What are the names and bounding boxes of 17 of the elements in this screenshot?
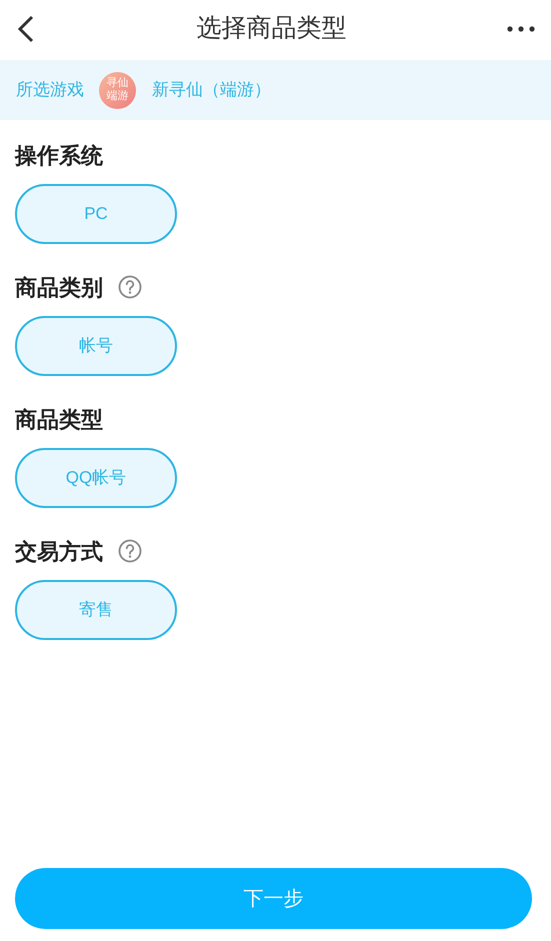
section-title: 商品类别: [15, 274, 103, 302]
next-button[interactable]: 下一步: [15, 868, 532, 929]
more-icon[interactable]: [507, 26, 535, 32]
page-title: 选择商品类型: [196, 12, 346, 44]
option-button[interactable]: PC: [15, 184, 177, 244]
option-button[interactable]: 帐号: [15, 316, 177, 376]
section-title: 商品类型: [15, 406, 103, 434]
back-icon[interactable]: [16, 14, 36, 42]
help-icon[interactable]: [118, 275, 142, 299]
game-name: 新寻仙（端游）: [152, 79, 271, 102]
section-title: 交易方式: [15, 538, 103, 566]
option-button[interactable]: QQ帐号: [15, 448, 177, 508]
section-title: 操作系统: [15, 142, 103, 170]
option-button[interactable]: 寄售: [15, 580, 177, 640]
game-logo: 寻仙 端游: [99, 72, 136, 108]
help-icon[interactable]: [118, 539, 142, 563]
game-label: 所选游戏: [16, 79, 84, 102]
